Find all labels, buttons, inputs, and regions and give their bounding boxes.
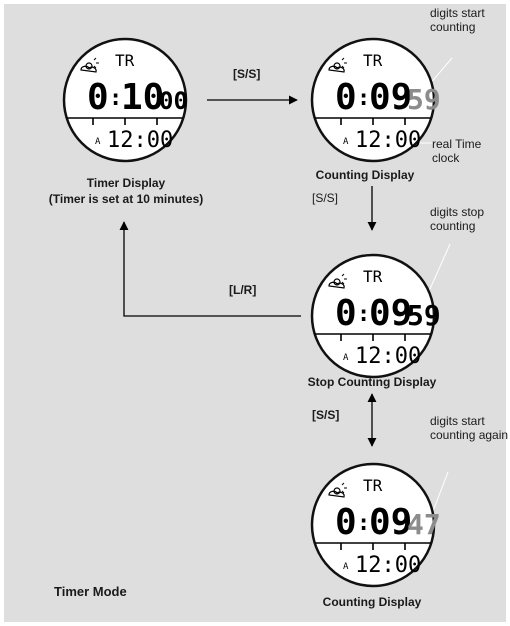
annotation-digits-stop-text: digits stop [430, 205, 484, 219]
alarm-flag: A [343, 137, 349, 147]
mode-indicator: TR [363, 51, 383, 70]
alarm-flag: A [343, 353, 349, 363]
timer-seconds: 59 [407, 299, 441, 332]
clock-time: 12:00 [107, 128, 173, 153]
timer-minutes: 10 [121, 77, 164, 118]
mode-indicator: TR [363, 267, 383, 286]
timer-minutes: 09 [369, 293, 412, 334]
timer-hours: 0 [87, 77, 109, 118]
timer-minutes: 09 [369, 502, 412, 543]
caption-timer-display: Timer Display [87, 176, 166, 190]
caption-counting-display-2: Counting Display [323, 595, 422, 609]
annotation-real-time-text: real Time [432, 137, 482, 151]
button-label-ss-1: [S/S] [233, 67, 260, 81]
clock-time: 12:00 [355, 344, 421, 369]
annotation-digits-start-text: digits start [430, 6, 485, 20]
caption-stop-counting-display: Stop Counting Display [308, 375, 437, 389]
annotation-line: counting again [430, 428, 508, 442]
timer-hours: 0 [335, 293, 357, 334]
caption-counting-display-1: Counting Display [316, 168, 415, 182]
caption-timer-setting: (Timer is set at 10 minutes) [49, 192, 204, 206]
mode-indicator: TR [115, 51, 135, 70]
timer-minutes: 09 [369, 77, 412, 118]
mode-indicator: TR [363, 476, 383, 495]
clock-time: 12:00 [355, 128, 421, 153]
timer-hours: 0 [335, 502, 357, 543]
timer-hours: 0 [335, 77, 357, 118]
annotation-line: clock [432, 151, 460, 165]
alarm-flag: A [95, 137, 101, 147]
timer-seconds: 00 [159, 87, 188, 115]
button-label-ss-3: [S/S] [312, 408, 339, 422]
timer-mode-diagram: TR 0 : 10 00 A 12:00 TR 0 : 09 59 A 12:0… [0, 0, 510, 626]
button-label-lr: [L/R] [229, 283, 256, 297]
timer-display: TR 0 : 10 00 A 12:00 [62, 37, 188, 163]
clock-time: 12:00 [355, 553, 421, 578]
timer-seconds: 59 [407, 83, 441, 116]
timer-seconds: 47 [407, 508, 441, 541]
button-label-ss-2: [S/S] [312, 191, 338, 205]
mode-label: Timer Mode [54, 584, 127, 599]
annotation-line: counting [430, 20, 475, 34]
annotation-digits-start-again-text: digits start [430, 414, 485, 428]
annotation-line: counting [430, 219, 475, 233]
alarm-flag: A [343, 562, 349, 572]
